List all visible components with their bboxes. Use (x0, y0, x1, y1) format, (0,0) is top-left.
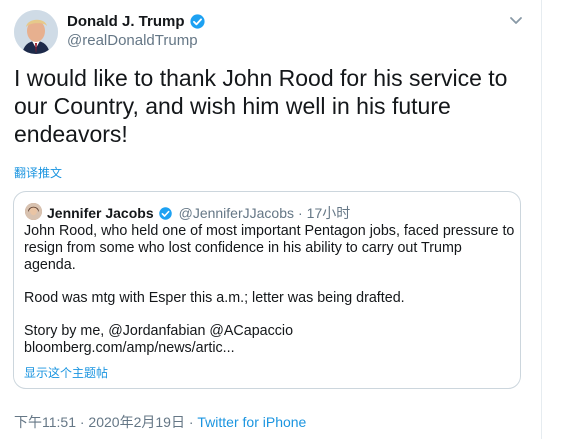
quoted-link: bloomberg.com/amp/news/artic... (24, 340, 235, 356)
quoted-author-handle: @JenniferJJacobs (178, 205, 294, 221)
quoted-header: Jennifer Jacobs @JenniferJJacobs · 17小时 (47, 203, 350, 223)
author-name[interactable]: Donald J. Trump (67, 13, 185, 30)
tweet: Donald J. Trump @realDonaldTrump I would… (0, 0, 564, 439)
quoted-paragraph: Story by me, @Jordanfabian @ACapaccio (24, 323, 294, 339)
quoted-paragraph: Rood was mtg with Esper this a.m.; lette… (24, 290, 405, 306)
quoted-time: 17小时 (306, 205, 351, 221)
quoted-author-name: Jennifer Jacobs (47, 205, 154, 221)
quoted-paragraph: John Rood, who held one of most importan… (24, 223, 515, 273)
verified-badge-icon (158, 206, 172, 220)
verified-badge-icon (189, 14, 205, 29)
meta-separator: · (184, 414, 198, 430)
timestamp[interactable]: 下午11:51 · 2020年2月19日 (14, 414, 185, 430)
source-link[interactable]: Twitter for iPhone (197, 414, 306, 430)
tweet-meta: 下午11:51 · 2020年2月19日 · Twitter for iPhon… (14, 412, 306, 432)
quoted-separator: · (298, 205, 303, 221)
show-thread-link[interactable]: 显示这个主题帖 (24, 364, 108, 381)
avatar[interactable] (14, 10, 58, 54)
author-row: Donald J. Trump (67, 13, 206, 30)
timeline-divider (541, 0, 542, 439)
tweet-text: I would like to thank John Rood for his … (14, 65, 508, 147)
translate-tweet-link[interactable]: 翻译推文 (14, 164, 62, 181)
chevron-down-icon[interactable] (509, 16, 523, 26)
author-handle[interactable]: @realDonaldTrump (67, 32, 198, 49)
quoted-text: John Rood, who held one of most importan… (24, 223, 516, 357)
quoted-avatar (25, 203, 42, 220)
quoted-tweet[interactable]: Jennifer Jacobs @JenniferJJacobs · 17小时 … (13, 191, 521, 389)
